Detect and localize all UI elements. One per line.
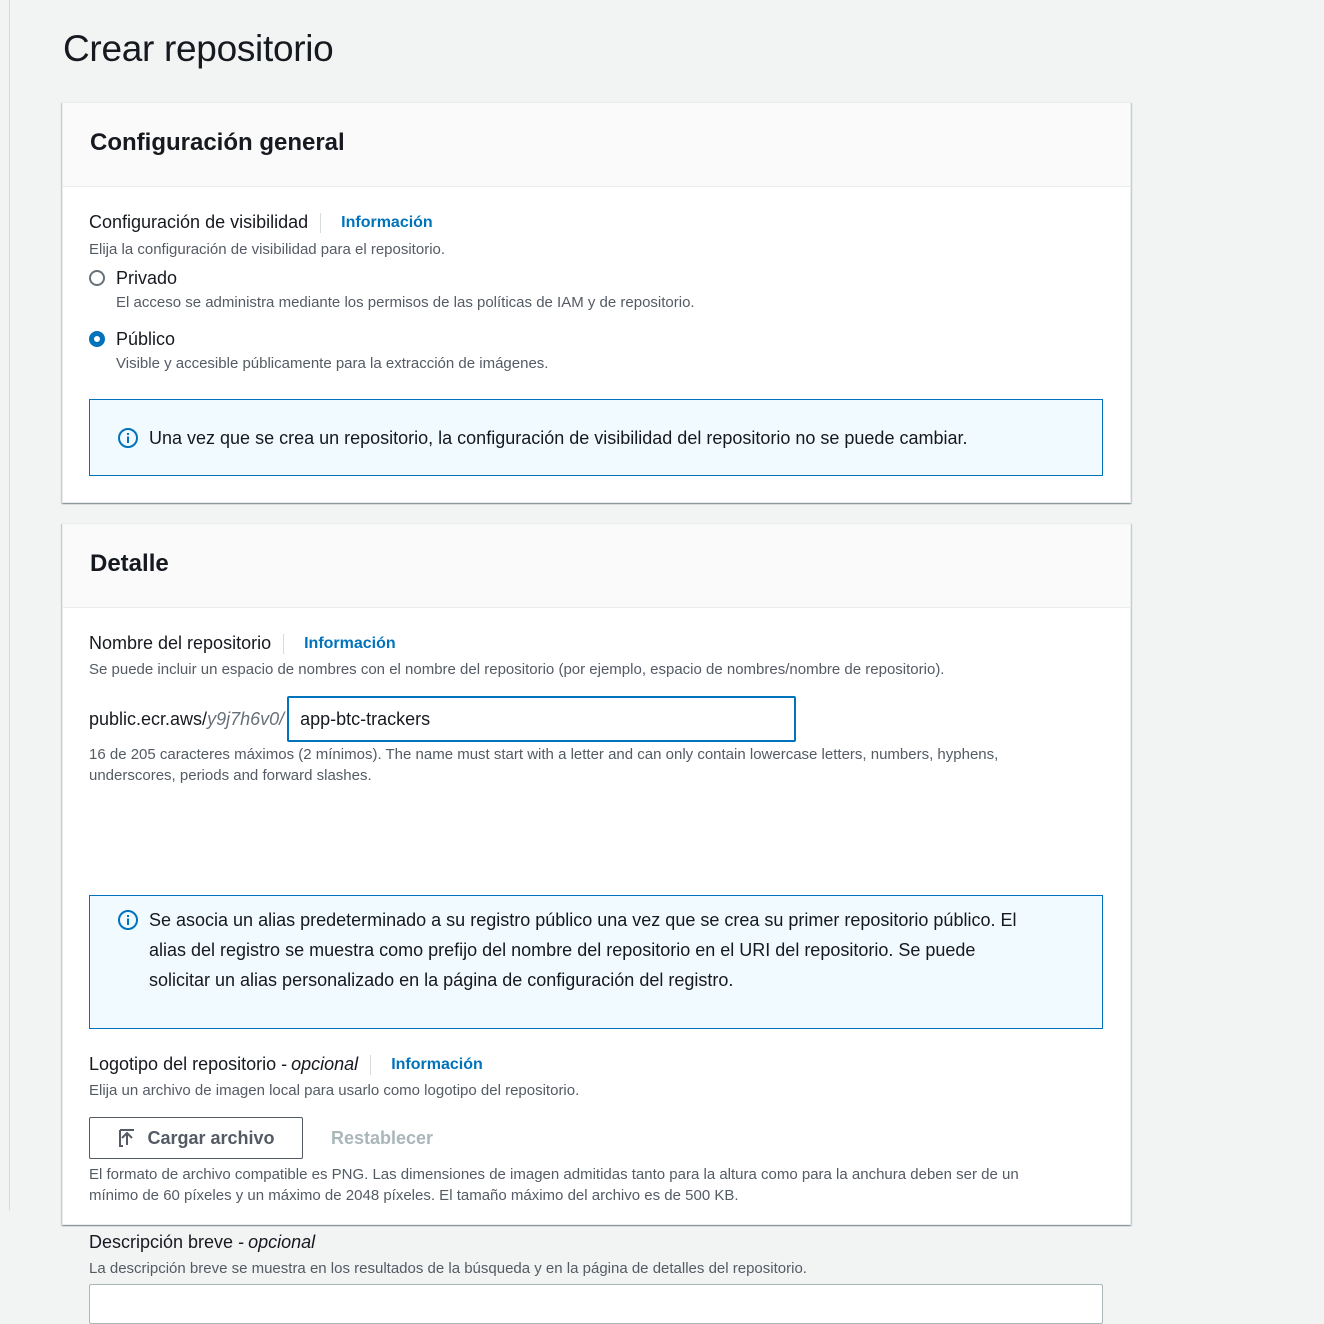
detail-panel: Detalle Nombre del repositorio Informaci…: [62, 523, 1131, 1324]
repository-name-label-text: Nombre del repositorio: [89, 633, 272, 653]
left-navigation-edge: [0, 0, 10, 1210]
info-separator: [283, 633, 285, 654]
alias-alert-line: Se asocia un alias predeterminado a su r…: [149, 910, 1017, 930]
visibility-option-public[interactable]: Público Visible y accesible públicamente…: [89, 329, 548, 374]
visibility-info-alert: Una vez que se crea un repositorio, la c…: [89, 399, 1103, 476]
registry-prefix: public.ecr.aws/: [89, 708, 208, 729]
detail-title: Detalle: [90, 550, 169, 577]
public-radio-description: Visible y accesible públicamente para la…: [116, 355, 549, 372]
public-radio-label: Público: [116, 329, 176, 349]
registry-alias: y9j7h6v0/: [207, 708, 285, 729]
alias-alert-line: solicitar un alias personalizado en la p…: [149, 970, 734, 990]
logo-actions: Cargar archivo Restablecer: [89, 1117, 433, 1159]
repository-name-label: Nombre del repositorio Información: [89, 633, 396, 654]
alias-info-alert: Se asocia un alias predeterminado a su r…: [89, 895, 1103, 1029]
repository-name-info-link[interactable]: Información: [304, 635, 396, 653]
info-separator: [320, 212, 322, 233]
repository-logo-description: Elija un archivo de imagen local para us…: [89, 1082, 580, 1099]
info-circle-icon: [118, 427, 138, 448]
visibility-label-text: Configuración de visibilidad: [89, 212, 309, 232]
upload-icon: [119, 1129, 135, 1147]
general-configuration-panel: Configuración general Configuración de v…: [62, 102, 1131, 503]
page-title: Crear repositorio: [63, 28, 334, 69]
visibility-info-link[interactable]: Información: [341, 214, 433, 232]
visibility-alert-text: Una vez que se crea un repositorio, la c…: [149, 427, 968, 448]
short-description-input[interactable]: [89, 1284, 1103, 1324]
short-description-label-text: Descripción breve -: [89, 1232, 245, 1252]
repository-name-input[interactable]: [287, 696, 797, 742]
upload-file-label: Cargar archivo: [147, 1127, 275, 1148]
private-radio[interactable]: [89, 270, 105, 286]
info-circle-icon: [118, 910, 138, 930]
private-radio-label: Privado: [116, 268, 178, 288]
upload-file-button[interactable]: Cargar archivo: [89, 1117, 303, 1159]
repository-name-hint: 16 de 205 caracteres máximos (2 mínimos)…: [89, 744, 1099, 786]
visibility-description: Elija la configuración de visibilidad pa…: [89, 241, 446, 258]
repository-logo-hint-line: mínimo de 60 píxeles y un máximo de 2048…: [89, 1187, 739, 1204]
reset-button[interactable]: Restablecer: [331, 1128, 433, 1149]
repository-name-hint-line: underscores, periods and forward slashes…: [89, 767, 372, 784]
visibility-option-private[interactable]: Privado El acceso se administra mediante…: [89, 268, 695, 313]
public-radio[interactable]: [89, 331, 105, 347]
general-configuration-header: Configuración general: [63, 103, 1130, 187]
repository-logo-label: Logotipo del repositorio - opcional Info…: [89, 1054, 483, 1075]
optional-marker: opcional: [248, 1232, 316, 1252]
short-description-help: La descripción breve se muestra en los r…: [89, 1260, 807, 1277]
private-radio-description: El acceso se administra mediante los per…: [116, 294, 695, 311]
alias-alert-line: alias del registro se muestra como prefi…: [149, 940, 976, 960]
alias-alert-text: Se asocia un alias predeterminado a su r…: [149, 905, 1016, 995]
info-separator: [370, 1054, 372, 1075]
repository-name-hint-line: 16 de 205 caracteres máximos (2 mínimos)…: [89, 746, 999, 763]
repository-name-description: Se puede incluir un espacio de nombres c…: [89, 661, 945, 678]
general-configuration-title: Configuración general: [90, 129, 345, 156]
repository-logo-info-link[interactable]: Información: [391, 1056, 483, 1074]
repository-logo-hint-line: El formato de archivo compatible es PNG.…: [89, 1166, 1019, 1183]
short-description-label: Descripción breve - opcional: [89, 1232, 315, 1253]
repository-logo-hint: El formato de archivo compatible es PNG.…: [89, 1164, 1099, 1206]
repository-logo-label-text: Logotipo del repositorio -: [89, 1054, 288, 1074]
repository-name-row: public.ecr.aws/ y9j7h6v0/: [89, 696, 797, 742]
visibility-label: Configuración de visibilidad Información: [89, 212, 433, 233]
detail-header: Detalle: [63, 524, 1130, 608]
optional-marker: opcional: [291, 1054, 359, 1074]
